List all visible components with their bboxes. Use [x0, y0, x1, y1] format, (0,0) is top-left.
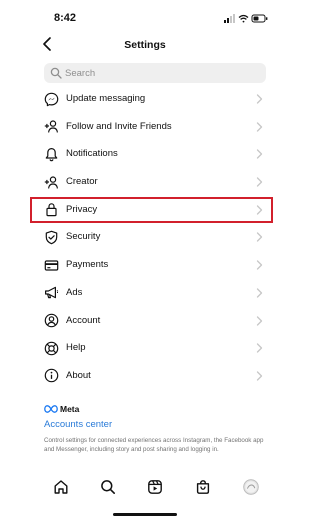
chevron-right-icon	[256, 94, 263, 104]
menu-item-label: Creator	[66, 176, 98, 188]
menu-item-follow-invite[interactable]: Follow and Invite Friends	[0, 113, 290, 141]
menu-item-about[interactable]: About	[0, 362, 290, 390]
home-indicator	[113, 513, 177, 516]
add-person-icon	[44, 175, 58, 189]
bottom-nav	[0, 472, 290, 502]
meta-logo-text: Meta	[60, 403, 80, 414]
privacy-highlight-box	[30, 197, 273, 223]
menu-item-help[interactable]: Help	[0, 334, 290, 362]
card-icon	[44, 260, 59, 271]
menu-item-update-messaging[interactable]: Update messaging	[0, 85, 290, 113]
settings-menu: Update messaging Follow and Invite Frien…	[0, 85, 290, 390]
accounts-center-link[interactable]: Accounts center	[44, 419, 268, 430]
menu-item-label: Security	[66, 231, 101, 243]
chevron-right-icon	[256, 315, 263, 326]
status-time: 8:42	[54, 12, 77, 24]
menu-item-label: Help	[66, 342, 86, 354]
menu-item-label: Account	[66, 314, 101, 326]
home-icon[interactable]	[53, 479, 69, 495]
battery-icon	[251, 14, 268, 23]
reels-icon[interactable]	[147, 479, 163, 495]
add-person-icon	[44, 120, 58, 133]
info-icon	[44, 369, 59, 383]
chevron-right-icon	[256, 122, 263, 132]
profile-avatar[interactable]	[243, 479, 259, 495]
menu-item-account[interactable]: Account	[0, 307, 290, 335]
search-bar[interactable]	[44, 63, 266, 83]
menu-item-label: Ads	[66, 286, 83, 298]
search-icon[interactable]	[100, 479, 116, 495]
menu-item-label: About	[66, 369, 91, 381]
meta-description: Control settings for connected experienc…	[44, 437, 264, 453]
menu-item-label: Update messaging	[66, 93, 146, 104]
menu-item-label: Payments	[66, 259, 109, 271]
chevron-right-icon	[256, 371, 263, 381]
chevron-right-icon	[256, 288, 263, 298]
wifi-icon	[238, 14, 249, 23]
chevron-right-icon	[256, 232, 263, 243]
signal-icon	[224, 14, 235, 23]
messenger-icon	[44, 92, 59, 106]
menu-item-label: Notifications	[66, 148, 118, 160]
account-circle-icon	[44, 313, 59, 328]
chevron-right-icon	[256, 177, 263, 187]
meta-infinity-icon	[44, 404, 58, 413]
shield-icon	[45, 230, 58, 245]
page-title: Settings	[124, 39, 166, 51]
status-bar: 8:42	[0, 0, 290, 34]
search-input[interactable]	[65, 66, 255, 80]
megaphone-icon	[45, 287, 59, 299]
chevron-right-icon	[256, 343, 263, 353]
search-icon	[50, 67, 62, 79]
menu-item-label: Follow and Invite Friends	[66, 120, 172, 132]
meta-logo: Meta	[44, 402, 268, 415]
chevron-right-icon	[256, 149, 263, 160]
menu-item-security[interactable]: Security	[0, 223, 290, 251]
bell-icon	[45, 147, 58, 162]
shop-icon[interactable]	[195, 479, 211, 495]
menu-item-notifications[interactable]: Notifications	[0, 140, 290, 168]
meta-section: Meta Accounts center Control settings fo…	[44, 402, 268, 454]
menu-item-creator[interactable]: Creator	[0, 168, 290, 196]
menu-item-payments[interactable]: Payments	[0, 251, 290, 279]
menu-item-ads[interactable]: Ads	[0, 279, 290, 307]
chevron-right-icon	[256, 260, 263, 270]
status-icons	[224, 14, 268, 23]
lifebuoy-icon	[44, 341, 59, 355]
header: Settings	[0, 30, 290, 58]
